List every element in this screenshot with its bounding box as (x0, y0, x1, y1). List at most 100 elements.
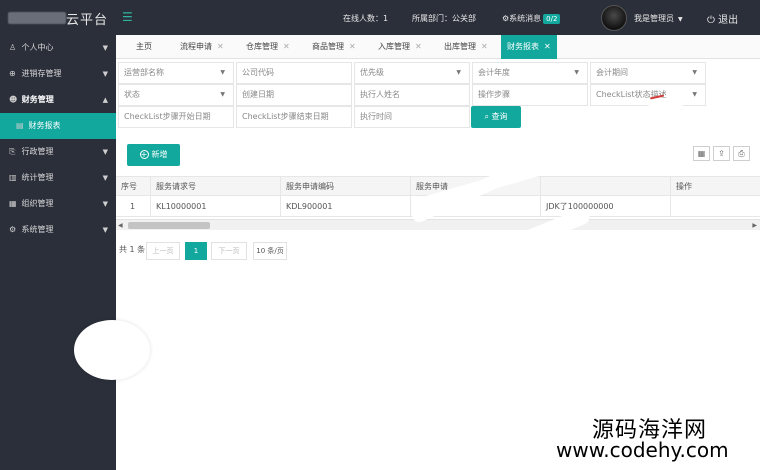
filter-placeholder: 优先级 (360, 68, 384, 77)
table-cell: KDL900001 (280, 197, 410, 217)
logout-button[interactable]: ⏻ 退出 (707, 11, 738, 26)
system-messages-button[interactable]: ⚙系统消息 0/2 (502, 13, 561, 24)
report-icon: ▤ (16, 121, 24, 130)
print-icon[interactable]: ⎙ (733, 146, 750, 161)
table-header-cell[interactable]: 操作 (670, 177, 760, 197)
sidebar-item-personal-center[interactable]: ♙ 个人中心 ▼ (0, 35, 116, 61)
chevron-up-icon: ▲ (102, 96, 108, 104)
sidebar-item-system[interactable]: ⚙ 系统管理 ▼ (0, 217, 116, 243)
table-cell: 1 (130, 202, 136, 211)
user-icon: ♙ (9, 43, 17, 52)
table-cell (670, 197, 760, 217)
sidebar: ♙ 个人中心 ▼ ⊕ 进销存管理 ▼ ☻ 财务管理 ▲ ▤ 财务报表 ⎘ 行政管… (0, 35, 116, 470)
prev-page-button[interactable]: 上一页 (146, 242, 180, 260)
menu-toggle-icon[interactable]: ☰ (122, 11, 136, 23)
pagination-total: 共 1 条 (119, 245, 146, 254)
filter-fiscal-year[interactable]: 会计年度 ▼ (472, 62, 588, 84)
sidebar-item-organization[interactable]: ▦ 组织管理 ▼ (0, 191, 116, 217)
close-icon[interactable]: ✕ (349, 42, 356, 51)
tab-label: 入库管理 (378, 42, 410, 51)
filter-ops-dept[interactable]: 运营部名称 ▼ (118, 62, 234, 84)
plus-icon: + (139, 150, 149, 159)
tab-products[interactable]: 商品管理 ✕ (306, 35, 362, 59)
sidebar-item-statistics[interactable]: ▥ 统计管理 ▼ (0, 165, 116, 191)
tab-warehouse[interactable]: 仓库管理 ✕ (240, 35, 296, 59)
tab-label: 仓库管理 (246, 42, 278, 51)
page-1-button[interactable]: 1 (185, 242, 207, 260)
close-icon[interactable]: ✕ (544, 42, 551, 51)
table-cell: JDK了100000000 (540, 197, 670, 217)
page-size-select[interactable]: 10 条/页 (253, 242, 287, 260)
sidebar-item-finance-report[interactable]: ▤ 财务报表 (0, 113, 116, 139)
table-header-cell[interactable]: 服务申请编码 (280, 177, 410, 197)
tab-finance-report[interactable]: 财务报表 ✕ (501, 35, 557, 59)
horizontal-scrollbar[interactable]: ◀ ▶ (116, 219, 760, 230)
filter-checklist-start-date[interactable]: CheckList步骤开始日期 (118, 106, 234, 128)
sidebar-item-label: 组织管理 (21, 199, 54, 208)
tab-stock-in[interactable]: 入库管理 ✕ (372, 35, 428, 59)
close-icon[interactable]: ✕ (217, 42, 224, 51)
chevron-down-icon: ▼ (102, 148, 108, 156)
user-menu[interactable]: 我是管理员 ▼ (634, 13, 683, 24)
chevron-down-icon: ▼ (692, 69, 697, 76)
filter-create-date[interactable]: 创建日期 (236, 84, 352, 106)
tab-label: 商品管理 (312, 42, 344, 51)
top-bar: 云平台 ☰ 在线人数：1 所属部门：公关部 ⚙系统消息 0/2 我是管理员 ▼ ⏻ … (0, 0, 760, 35)
chevron-down-icon: ▼ (220, 91, 225, 98)
sidebar-item-inventory[interactable]: ⊕ 进销存管理 ▼ (0, 61, 116, 87)
chevron-down-icon: ▼ (574, 69, 579, 76)
next-page-button[interactable]: 下一页 (211, 242, 247, 260)
filter-checklist-status[interactable]: CheckList状态描述 ▼ (590, 84, 706, 106)
tab-label: 主页 (136, 42, 152, 51)
filter-executor-name[interactable]: 执行人姓名 (354, 84, 470, 106)
export-icon[interactable]: ⇪ (713, 146, 730, 161)
tab-stock-out[interactable]: 出库管理 ✕ (438, 35, 494, 59)
filter-priority[interactable]: 优先级 ▼ (354, 62, 470, 84)
tab-label: 流程申请 (180, 42, 212, 51)
table-header-cell[interactable]: 序号 (116, 177, 150, 197)
chevron-down-icon: ▼ (692, 91, 697, 98)
filter-status[interactable]: 状态 ▼ (118, 84, 234, 106)
close-icon[interactable]: ✕ (283, 42, 290, 51)
tab-home[interactable]: 主页 (130, 35, 158, 59)
tab-process-apply[interactable]: 流程申请 ✕ (174, 35, 230, 59)
tab-label: 财务报表 (507, 42, 539, 51)
sidebar-item-label: 行政管理 (21, 147, 54, 156)
scroll-right-icon[interactable]: ▶ (752, 220, 757, 231)
scrollbar-thumb[interactable] (128, 222, 210, 229)
search-button[interactable]: ⌕ 查询 (471, 106, 521, 128)
table-header-cell[interactable]: 服务请求号 (150, 177, 280, 197)
admin-icon: ⎘ (9, 147, 16, 156)
sidebar-item-administration[interactable]: ⎘ 行政管理 ▼ (0, 139, 116, 165)
chevron-down-icon: ▼ (102, 174, 108, 182)
search-icon: ⌕ (484, 112, 489, 121)
watermark-url: www.codehy.com (556, 438, 729, 462)
gear-icon: ⚙ (9, 225, 17, 234)
avatar[interactable] (601, 5, 627, 31)
logout-label: 退出 (718, 15, 739, 26)
sidebar-item-label: 进销存管理 (21, 69, 62, 78)
filter-company-code[interactable]: 公司代码 (236, 62, 352, 84)
close-icon[interactable]: ✕ (415, 42, 422, 51)
org-icon: ▦ (9, 199, 17, 208)
add-button[interactable]: + 新增 (127, 144, 180, 166)
table-cell: KL10000001 (150, 197, 280, 217)
sidebar-item-finance[interactable]: ☻ 财务管理 ▲ (0, 87, 116, 113)
filter-placeholder: CheckList步骤开始日期 (124, 112, 211, 121)
filter-operation-step[interactable]: 操作步骤 (472, 84, 588, 106)
column-toggle-icon[interactable]: ▦ (693, 146, 710, 161)
filter-fiscal-period[interactable]: 会计期间 ▼ (590, 62, 706, 84)
filter-checklist-end-date[interactable]: CheckList步骤结束日期 (236, 106, 352, 128)
logo-blurred (8, 12, 66, 24)
filter-exec-time[interactable]: 执行时间 (354, 106, 470, 128)
sidebar-item-label: 统计管理 (21, 173, 54, 182)
filter-placeholder: 会计年度 (478, 68, 510, 77)
table-header-cell[interactable] (540, 177, 670, 197)
message-badge: 0/2 (543, 14, 561, 24)
sidebar-item-label: 财务管理 (21, 95, 54, 104)
stats-icon: ▥ (9, 173, 17, 182)
chevron-down-icon: ▼ (102, 44, 108, 52)
search-button-label: 查询 (491, 112, 508, 121)
scroll-left-icon[interactable]: ◀ (118, 220, 123, 231)
close-icon[interactable]: ✕ (481, 42, 488, 51)
